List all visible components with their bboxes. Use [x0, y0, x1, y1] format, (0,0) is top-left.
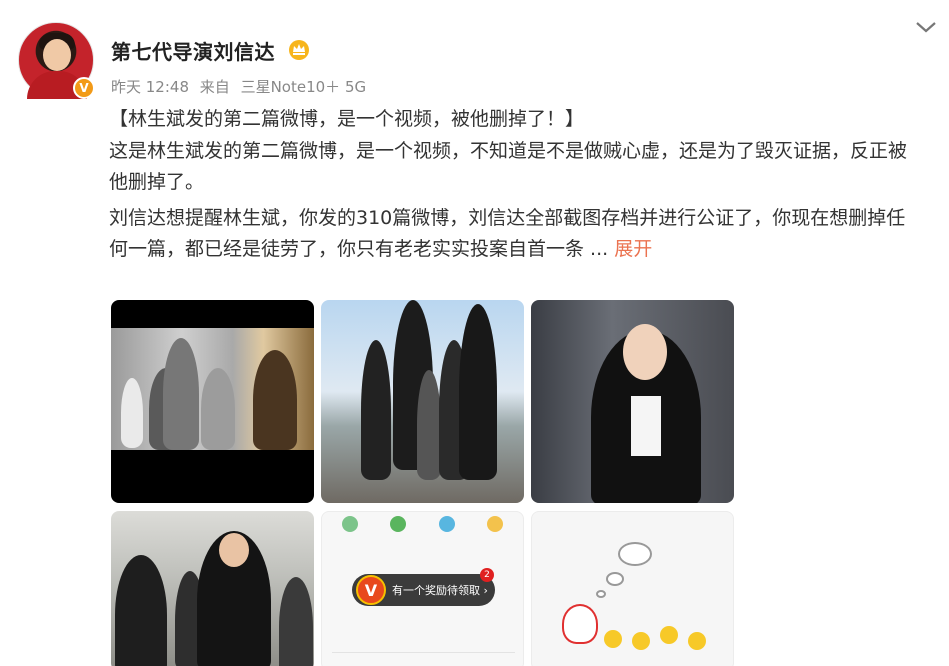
post-paragraph-1: 这是林生斌发的第二篇微博，是一个视频，不知道是不是做贼心虚，还是为了毁灭证据，反…	[109, 139, 908, 194]
thumbnail-5[interactable]: 有一个奖励待领取 › V 2	[321, 511, 524, 666]
source-device[interactable]: 三星Note10＋ 5G	[241, 78, 367, 96]
thumbnail-1[interactable]	[111, 300, 314, 503]
thumbnail-4[interactable]	[111, 511, 314, 666]
post-headline: 【林生斌发的第二篇微博，是一个视频，被他删掉了！】	[109, 108, 585, 130]
post-paragraph-2: 刘信达想提醒林生斌，你发的310篇微博，刘信达全部截图存档并进行公证了，你现在想…	[109, 203, 924, 266]
crown-icon[interactable]	[287, 38, 311, 60]
post-meta: 昨天 12:48 来自 三星Note10＋ 5G	[111, 76, 372, 97]
vip-reward-text: 有一个奖励待领取 ›	[392, 584, 488, 597]
post-time[interactable]: 昨天 12:48	[111, 78, 189, 96]
post-body: 【林生斌发的第二篇微博，是一个视频，被他删掉了！】 这是林生斌发的第二篇微博，是…	[109, 104, 924, 266]
vip-badge: 2	[480, 568, 494, 582]
app-tab-icons	[342, 516, 503, 532]
hen-illustration	[562, 604, 598, 644]
post-paragraph-2-text: 刘信达想提醒林生斌，你发的310篇微博，刘信达全部截图存档并进行公证了，你现在想…	[109, 206, 906, 261]
avatar-face	[43, 39, 71, 71]
verified-icon: V	[73, 77, 95, 99]
chevron-down-icon[interactable]	[912, 16, 940, 38]
thumbnail-3[interactable]	[531, 300, 734, 503]
photo-family-bw	[111, 328, 314, 450]
thumbnail-6[interactable]	[531, 511, 734, 666]
expand-link[interactable]: 展开	[614, 238, 652, 260]
username[interactable]: 第七代导演刘信达	[111, 36, 275, 65]
thumbnail-2[interactable]	[321, 300, 524, 503]
source-prefix: 来自	[199, 78, 230, 96]
vip-icon: V	[356, 575, 386, 605]
